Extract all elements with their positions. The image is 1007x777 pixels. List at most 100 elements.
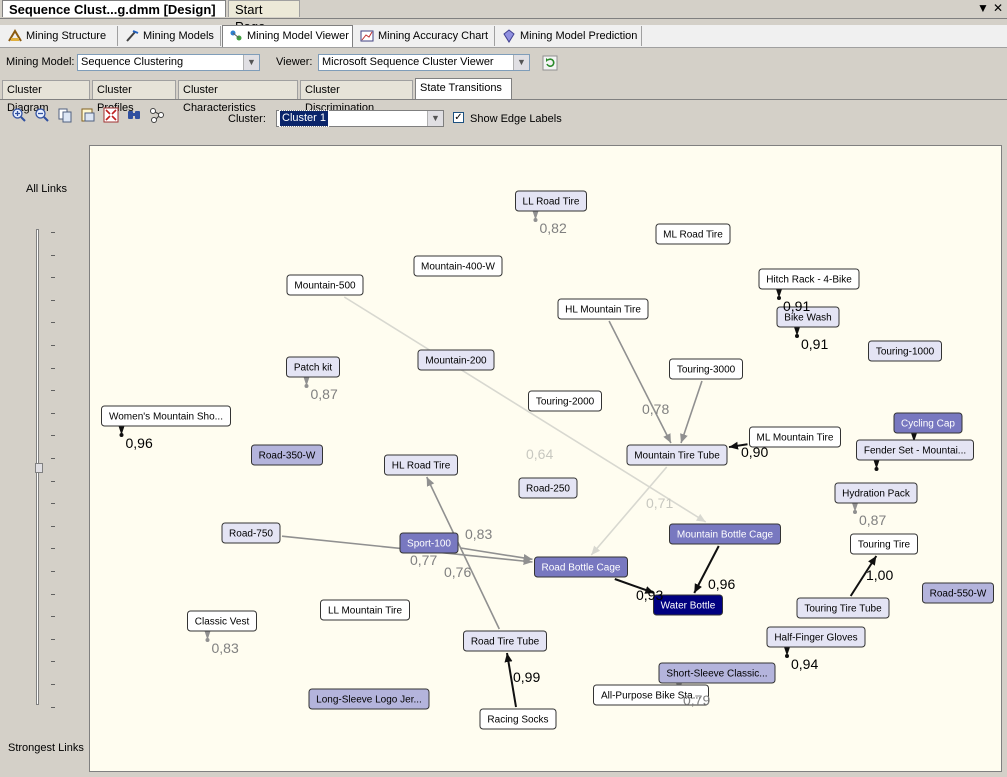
tab-cluster-discrimination[interactable]: Cluster Discrimination	[300, 80, 413, 114]
self-loop-hydration-pack[interactable]	[852, 503, 858, 514]
node-label: Racing Socks	[487, 715, 548, 726]
zoom-in-icon[interactable]	[11, 107, 27, 123]
node-road-750[interactable]: Road-750	[221, 522, 281, 544]
node-classic-vest[interactable]: Classic Vest	[187, 610, 257, 632]
node-mountain-200[interactable]: Mountain-200	[417, 349, 495, 371]
accuracy-chart-icon	[360, 30, 374, 42]
self-loop-hitch-rack[interactable]	[776, 289, 782, 300]
node-hl-mountain-tire[interactable]: HL Mountain Tire	[557, 298, 649, 320]
node-mountain-400-w[interactable]: Mountain-400-W	[413, 255, 503, 277]
node-road-350-w[interactable]: Road-350-W	[251, 444, 323, 466]
node-racing-socks[interactable]: Racing Socks	[479, 708, 557, 730]
node-half-finger-gloves[interactable]: Half-Finger Gloves	[766, 626, 866, 648]
slider-tick	[51, 390, 55, 392]
self-loop-label-hydration-pack: 0,87	[859, 512, 886, 528]
chevron-down-icon[interactable]: ▼	[427, 111, 443, 126]
refresh-icon[interactable]	[542, 55, 558, 71]
self-loop-womens-mountain-shorts[interactable]	[118, 426, 125, 437]
layout-icon[interactable]	[149, 107, 165, 123]
node-ll-road-tire[interactable]: LL Road Tire	[515, 190, 587, 212]
node-mountain-tire-tube[interactable]: Mountain Tire Tube	[626, 444, 728, 466]
self-loop-label-hitch-rack: 0,91	[783, 298, 810, 314]
node-touring-tire-tube[interactable]: Touring Tire Tube	[796, 597, 890, 619]
self-loop-half-finger-gloves[interactable]	[784, 647, 790, 658]
self-loop-label-classic-vest: 0,83	[212, 640, 239, 656]
tab-mining-model-viewer[interactable]: Mining Model Viewer	[222, 25, 353, 47]
edge-label-ml-mountain-tire-to-mountain-tire-tube: 0,90	[741, 444, 768, 460]
node-label: Road-550-W	[930, 589, 987, 600]
mining-model-label: Mining Model:	[6, 56, 75, 68]
doc-tab-start-page[interactable]: Start Page	[228, 0, 300, 34]
node-hl-road-tire[interactable]: HL Road Tire	[384, 454, 458, 476]
node-label: Road Bottle Cage	[542, 563, 621, 574]
self-loop-label-ll-road-tire: 0,82	[540, 220, 567, 236]
cluster-select[interactable]: Cluster 1 ▼	[276, 110, 444, 127]
node-touring-1000[interactable]: Touring-1000	[868, 340, 942, 362]
find-node-icon[interactable]	[126, 107, 142, 123]
self-loop-label-womens-mountain-shorts: 0,96	[126, 435, 153, 451]
tab-mining-accuracy-chart[interactable]: Mining Accuracy Chart	[354, 26, 495, 46]
tab-mining-model-prediction[interactable]: Mining Model Prediction	[496, 26, 642, 46]
self-loop-fender-set[interactable]	[873, 460, 880, 471]
edge-label-mountain-bottle-cage-to-water-bottle: 0,96	[708, 576, 735, 592]
node-ll-mountain-tire[interactable]: LL Mountain Tire	[320, 599, 410, 621]
transition-edge-mountain-tire-tube-to-road-bottle-cage[interactable]	[590, 466, 668, 556]
show-edge-labels-checkbox[interactable]: ✓	[453, 112, 464, 123]
tab-mining-models[interactable]: Mining Models	[119, 26, 221, 46]
slider-tick	[51, 322, 55, 324]
tab-state-transitions[interactable]: State Transitions	[415, 78, 512, 99]
mining-model-select[interactable]: Sequence Clustering ▼	[77, 54, 260, 71]
state-transition-graph[interactable]: LL Road Tire ML Road Tire Mountain-400-W Mo…	[89, 145, 1002, 772]
tab-cluster-profiles[interactable]: Cluster Profiles	[92, 80, 176, 114]
chevron-down-icon[interactable]: ▼	[513, 55, 529, 70]
copy-icon[interactable]	[57, 107, 73, 123]
node-label: Mountain-500	[294, 281, 356, 292]
self-loop-classic-vest[interactable]	[204, 631, 211, 642]
node-label: ML Road Tire	[663, 230, 723, 241]
node-road-bottle-cage[interactable]: Road Bottle Cage	[534, 556, 628, 578]
chevron-down-icon[interactable]: ▼	[243, 55, 259, 70]
close-icon[interactable]: ✕	[993, 0, 1003, 17]
node-short-sleeve-classic[interactable]: Short-Sleeve Classic...	[658, 662, 776, 684]
self-loop-ll-road-tire[interactable]	[532, 211, 539, 222]
node-water-bottle[interactable]: Water Bottle	[653, 594, 723, 616]
copy-selection-icon[interactable]	[80, 107, 96, 123]
edge-label-touring-tire-tube-to-touring-tire: 1,00	[866, 567, 893, 583]
tab-dropdown-icon[interactable]: ▼	[977, 0, 989, 17]
link-strength-slider-thumb[interactable]	[35, 463, 43, 473]
fit-to-window-icon[interactable]	[103, 107, 119, 123]
node-road-550-w[interactable]: Road-550-W	[922, 582, 994, 604]
node-hitch-rack[interactable]: Hitch Rack - 4-Bike	[758, 268, 860, 290]
zoom-out-icon[interactable]	[34, 107, 50, 123]
node-fender-set[interactable]: Fender Set - Mountai...	[856, 439, 974, 461]
node-road-250[interactable]: Road-250	[518, 477, 578, 499]
slider-tick	[51, 254, 55, 256]
doc-tab-design[interactable]: Sequence Clust...g.dmm [Design]	[2, 0, 226, 17]
node-touring-2000[interactable]: Touring-2000	[528, 390, 602, 412]
tab-cluster-characteristics[interactable]: Cluster Characteristics	[178, 80, 298, 114]
node-hydration-pack[interactable]: Hydration Pack	[834, 482, 918, 504]
node-road-tire-tube[interactable]: Road Tire Tube	[463, 630, 547, 652]
node-touring-tire[interactable]: Touring Tire	[850, 533, 918, 555]
node-label: HL Mountain Tire	[565, 305, 641, 316]
node-label: Hitch Rack - 4-Bike	[766, 275, 852, 286]
node-touring-3000[interactable]: Touring-3000	[669, 358, 743, 380]
self-loop-patch-kit[interactable]	[303, 377, 310, 388]
node-cycling-cap[interactable]: Cycling Cap	[893, 412, 963, 434]
node-ml-road-tire[interactable]: ML Road Tire	[655, 223, 731, 245]
tab-mining-structure[interactable]: Mining Structure	[2, 26, 118, 46]
transition-edge-hl-mountain-tire-to-mountain-tire-tube[interactable]	[608, 320, 672, 444]
node-mountain-bottle-cage[interactable]: Mountain Bottle Cage	[669, 523, 781, 545]
node-patch-kit[interactable]: Patch kit	[286, 356, 340, 378]
slider-tick	[51, 277, 55, 279]
self-loop-bike-wash[interactable]	[794, 327, 800, 338]
node-mountain-500[interactable]: Mountain-500	[286, 274, 364, 296]
slider-tick	[51, 458, 55, 459]
node-sport-100[interactable]: Sport-100	[399, 532, 459, 554]
edge-label-hl-mountain-tire-to-mountain-tire-tube: 0,78	[642, 401, 669, 417]
transition-edge-touring-3000-to-mountain-tire-tube[interactable]	[680, 380, 703, 444]
tab-cluster-diagram[interactable]: Cluster Diagram	[2, 80, 90, 114]
viewer-select[interactable]: Microsoft Sequence Cluster Viewer ▼	[318, 54, 530, 71]
node-womens-mountain-shorts[interactable]: Women's Mountain Sho...	[101, 405, 231, 427]
node-long-sleeve-logo-jersey[interactable]: Long-Sleeve Logo Jer...	[308, 688, 430, 710]
